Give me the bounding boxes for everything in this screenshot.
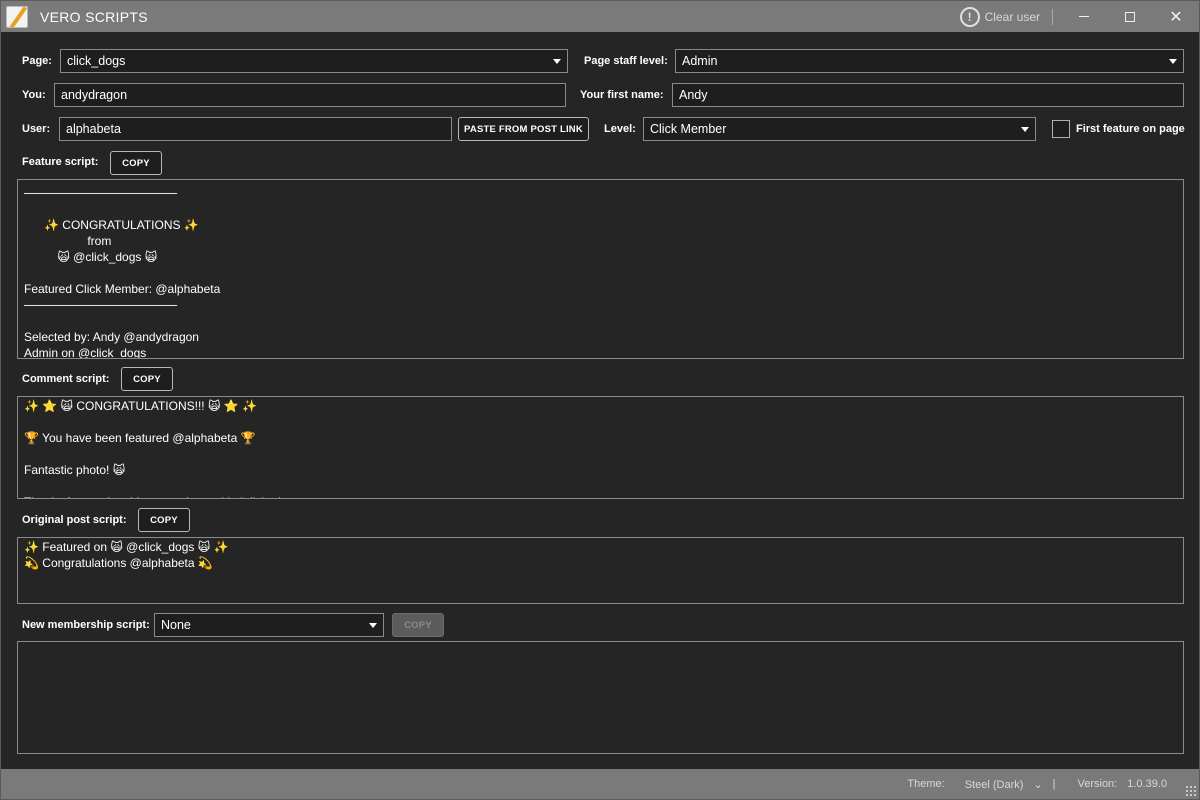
page-select[interactable]: click_dogs xyxy=(60,49,568,73)
feature-script-label: Feature script: xyxy=(22,156,99,168)
alert-icon: ! xyxy=(959,6,980,27)
original-post-script-textarea[interactable]: ✨ Featured on 🙀 @click_dogs 🙀 ✨ 💫 Congrat… xyxy=(17,537,1184,604)
first-feature-label: First feature on page xyxy=(1076,123,1185,135)
paste-from-post-link-button[interactable]: PASTE FROM POST LINK xyxy=(458,117,589,141)
script-line: ────────────────── xyxy=(24,298,178,312)
script-line xyxy=(24,414,1177,430)
staff-level-value: Admin xyxy=(682,54,718,68)
comment-script-textarea[interactable]: ✨ ⭐ 🙀 CONGRATULATIONS!!! 🙀 ⭐ ✨ 🏆 You have… xyxy=(17,396,1184,499)
chevron-down-icon: ⌄ xyxy=(1033,778,1043,791)
version-label: Version: xyxy=(1077,778,1118,790)
app-logo-icon xyxy=(6,5,28,28)
status-bar: Theme: Steel (Dark) ⌄ | Version: 1.0.39.0 xyxy=(1,769,1199,799)
script-line: Featured Click Member: @alphabeta xyxy=(24,282,221,296)
resize-grip-icon[interactable] xyxy=(1185,785,1197,797)
staff-level-select[interactable]: Admin xyxy=(675,49,1184,73)
title-bar: VERO SCRIPTS ! Clear user ✕ xyxy=(1,1,1199,32)
script-line: from xyxy=(24,234,112,248)
feature-script-textarea[interactable]: ────────────────── ✨ CONGRATULATIONS ✨ f… xyxy=(17,179,1184,359)
page-label: Page: xyxy=(22,55,52,67)
script-line xyxy=(24,478,1177,494)
app-title: VERO SCRIPTS xyxy=(40,8,148,25)
first-feature-checkbox[interactable] xyxy=(1052,120,1070,138)
page-select-value: click_dogs xyxy=(67,54,126,68)
comment-script-copy-button[interactable]: COPY xyxy=(121,367,173,391)
chevron-down-icon xyxy=(553,58,561,64)
chevron-down-icon xyxy=(1169,58,1177,64)
level-select[interactable]: Click Member xyxy=(643,117,1036,141)
clear-user-button[interactable]: ! Clear user xyxy=(959,6,1040,27)
chevron-down-icon xyxy=(369,622,377,628)
comment-script-label: Comment script: xyxy=(22,373,110,385)
chevron-down-icon xyxy=(1021,126,1029,132)
script-line: ────────────────── xyxy=(24,186,178,200)
script-line xyxy=(24,446,1177,462)
original-post-script-label: Original post script: xyxy=(22,514,127,526)
first-name-label: Your first name: xyxy=(580,89,664,101)
user-input-value: alphabeta xyxy=(66,122,121,136)
maximize-icon xyxy=(1125,11,1135,22)
script-line xyxy=(24,313,1177,329)
script-line xyxy=(24,201,1177,217)
script-line: 🙀 @click_dogs 🙀 xyxy=(24,250,158,264)
new-membership-value: None xyxy=(161,618,191,632)
status-separator: | xyxy=(1052,778,1056,790)
new-membership-select[interactable]: None xyxy=(154,613,384,637)
clear-user-label: Clear user xyxy=(984,9,1040,24)
new-membership-copy-button[interactable]: COPY xyxy=(392,613,444,637)
close-icon: ✕ xyxy=(1169,8,1183,26)
new-membership-script-label: New membership script: xyxy=(22,619,150,631)
script-line: 💫 Congratulations @alphabeta 💫 xyxy=(24,556,213,570)
user-label: User: xyxy=(22,123,51,135)
you-label: You: xyxy=(22,89,46,101)
first-name-input[interactable]: Andy xyxy=(672,83,1184,107)
level-select-value: Click Member xyxy=(650,122,727,136)
script-line: 🏆 You have been featured @alphabeta 🏆 xyxy=(24,431,256,445)
you-input-value: andydragon xyxy=(61,88,128,102)
level-label: Level: xyxy=(604,123,636,135)
script-line: ✨ Featured on 🙀 @click_dogs 🙀 ✨ xyxy=(24,540,229,554)
theme-selector[interactable]: Steel (Dark) ⌄ xyxy=(955,778,1043,791)
title-separator xyxy=(1052,8,1053,25)
theme-value: Steel (Dark) xyxy=(964,778,1024,791)
user-input[interactable]: alphabeta xyxy=(59,117,452,141)
feature-script-copy-button[interactable]: COPY xyxy=(110,151,162,175)
original-post-script-copy-button[interactable]: COPY xyxy=(138,508,190,532)
script-line: ✨ CONGRATULATIONS ✨ xyxy=(24,218,199,232)
script-line xyxy=(24,265,1177,281)
version-value: 1.0.39.0 xyxy=(1127,778,1167,790)
staff-level-label: Page staff level: xyxy=(584,55,668,67)
script-line: ✨ ⭐ 🙀 CONGRATULATIONS!!! 🙀 ⭐ ✨ xyxy=(24,399,258,413)
theme-label: Theme: xyxy=(907,778,945,790)
script-line: Fantastic photo! 🙀 xyxy=(24,463,126,477)
new-membership-script-textarea[interactable] xyxy=(17,641,1184,754)
script-line: Admin on @click_dogs xyxy=(24,346,147,359)
script-line: Thanks for tagging this great photo with… xyxy=(24,494,1177,498)
script-line: Selected by: Andy @andydragon xyxy=(24,330,199,344)
close-button[interactable]: ✕ xyxy=(1153,1,1199,32)
you-input[interactable]: andydragon xyxy=(54,83,566,107)
minimize-icon xyxy=(1079,16,1089,17)
first-name-input-value: Andy xyxy=(679,88,708,102)
minimize-button[interactable] xyxy=(1061,1,1107,32)
maximize-button[interactable] xyxy=(1107,1,1153,32)
